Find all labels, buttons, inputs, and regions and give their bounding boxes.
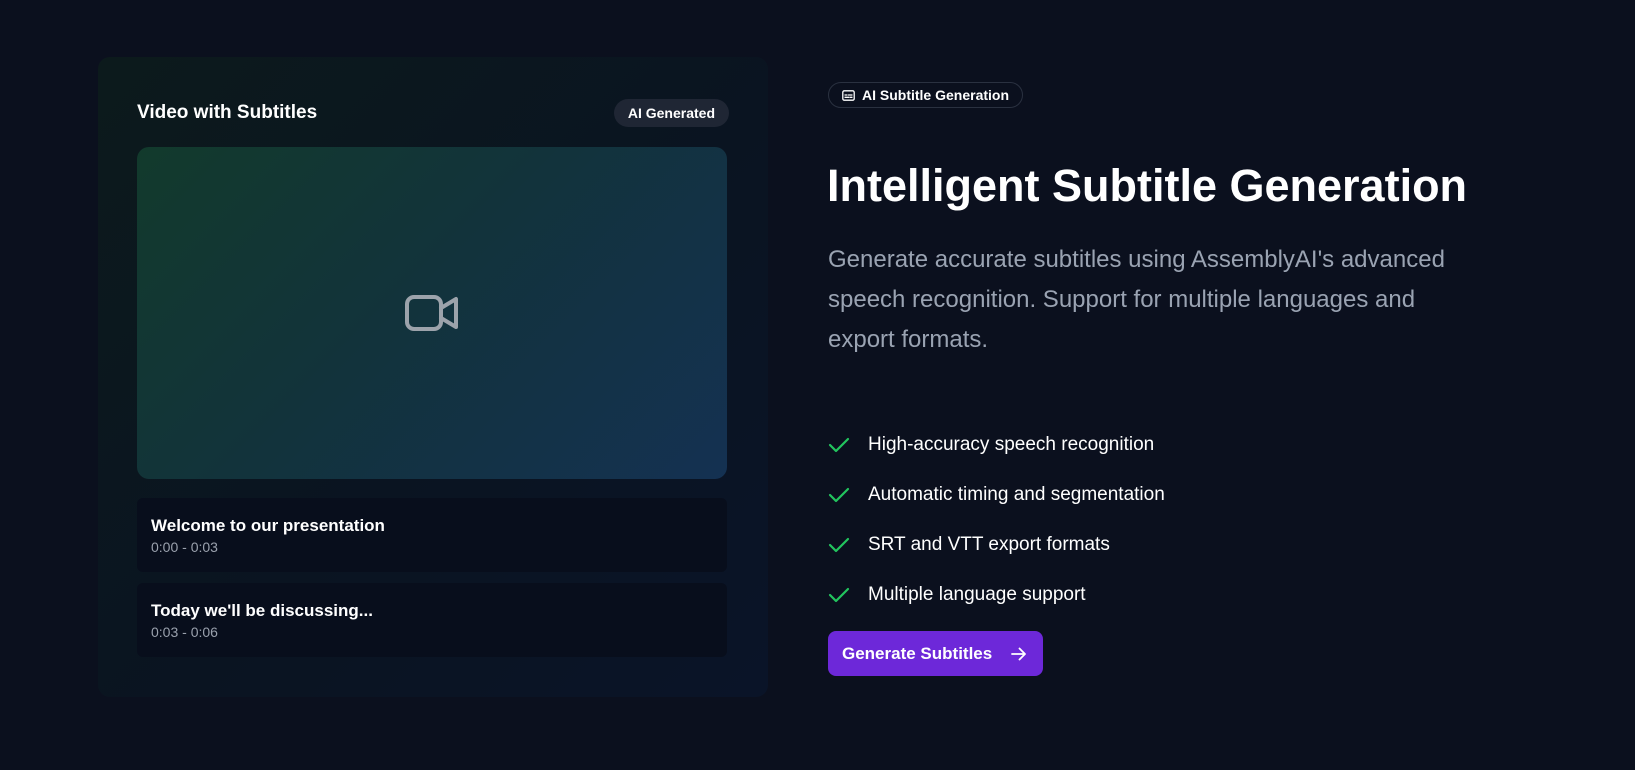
subtitles-icon <box>842 89 855 101</box>
page-description: Generate accurate subtitles using Assemb… <box>828 246 1445 353</box>
video-camera-icon <box>404 293 460 333</box>
feature-label: SRT and VTT export formats <box>868 534 1110 555</box>
feature-item: High-accuracy speech recognition <box>828 420 1165 470</box>
feature-tag-label: AI Subtitle Generation <box>862 87 1010 103</box>
subtitle-timestamp: 0:03 - 0:06 <box>151 624 218 640</box>
feature-label: Automatic timing and segmentation <box>868 484 1165 505</box>
subtitle-text: Welcome to our presentation <box>151 516 385 535</box>
generate-subtitles-label: Generate Subtitles <box>842 643 993 663</box>
check-icon <box>828 487 868 503</box>
generate-subtitles-button[interactable]: Generate Subtitles <box>828 631 1043 676</box>
feature-tag: AI Subtitle Generation <box>828 82 1024 108</box>
check-icon <box>828 537 868 553</box>
feature-label: Multiple language support <box>868 584 1086 605</box>
page-title: Intelligent Subtitle Generation <box>827 160 1468 211</box>
feature-item: SRT and VTT export formats <box>828 520 1165 570</box>
card-title: Video with Subtitles <box>137 102 318 123</box>
page: Video with Subtitles AI Generated Welcom… <box>0 0 1635 770</box>
subtitle-segment[interactable]: Today we'll be discussing... 0:03 - 0:06 <box>137 583 727 657</box>
feature-label: High-accuracy speech recognition <box>868 434 1155 455</box>
card-header: Video with Subtitles AI Generated <box>137 99 729 127</box>
subtitle-preview-card: Video with Subtitles AI Generated Welcom… <box>98 57 768 697</box>
arrow-right-icon <box>1011 647 1027 661</box>
video-player[interactable] <box>137 147 727 479</box>
feature-list: High-accuracy speech recognition Automat… <box>828 420 1165 620</box>
feature-item: Multiple language support <box>828 570 1165 620</box>
subtitle-text: Today we'll be discussing... <box>151 601 373 620</box>
subtitle-timestamp: 0:00 - 0:03 <box>151 539 218 555</box>
check-icon <box>828 437 868 453</box>
feature-item: Automatic timing and segmentation <box>828 470 1165 520</box>
subtitle-segment[interactable]: Welcome to our presentation 0:00 - 0:03 <box>137 498 727 572</box>
check-icon <box>828 587 868 603</box>
ai-generated-badge: AI Generated <box>613 99 729 127</box>
